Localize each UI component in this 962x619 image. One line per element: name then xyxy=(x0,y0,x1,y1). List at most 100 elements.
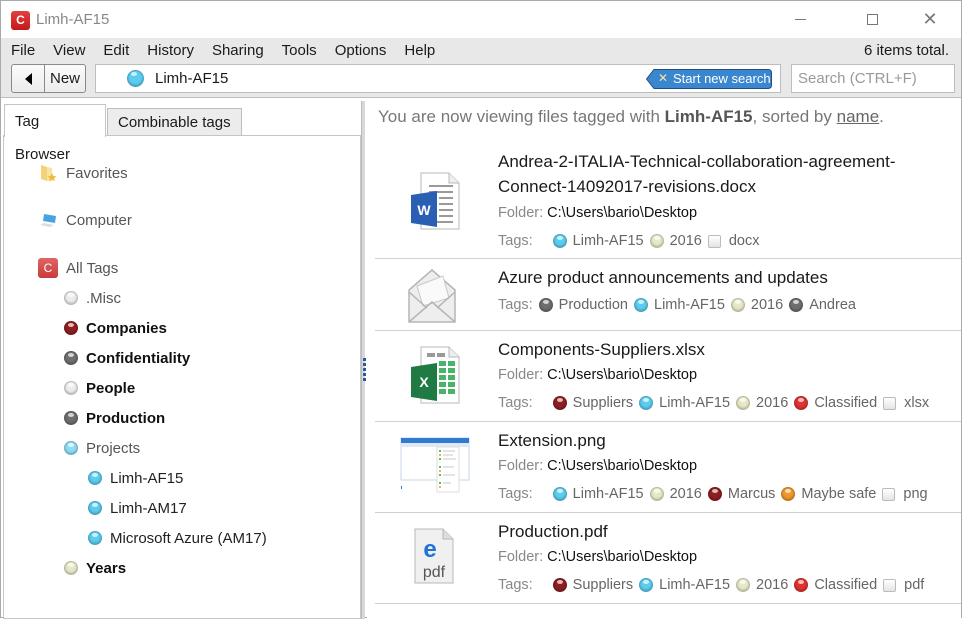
file-tag[interactable]: Limh-AF15 xyxy=(639,395,730,411)
tag-color-gray-icon xyxy=(538,298,553,312)
tree-tag-production[interactable]: Production xyxy=(64,407,165,429)
folder-path[interactable]: C:\Users\bario\Desktop xyxy=(547,205,697,221)
file-tag[interactable]: Suppliers xyxy=(552,395,633,411)
tag-color-dark-red-icon xyxy=(552,396,567,410)
file-name-line-2: Connect-14092017-revisions.docx xyxy=(498,177,756,196)
file-tag[interactable]: Marcus xyxy=(707,486,775,502)
file-row[interactable]: Azure product announcements and updates … xyxy=(375,259,961,331)
tab-tag-browser[interactable]: Tag Browser xyxy=(4,104,106,163)
tree-tag-people[interactable]: People xyxy=(64,377,135,399)
menu-sharing[interactable]: Sharing xyxy=(212,42,264,59)
file-tag[interactable]: xlsx xyxy=(883,395,929,411)
tag-color-year-icon xyxy=(649,487,664,501)
file-row[interactable]: e pdf Production.pdf Folder: C:\Users\ba… xyxy=(375,513,961,604)
file-tag[interactable]: pdf xyxy=(883,577,924,593)
file-tag[interactable]: Andrea xyxy=(789,297,856,313)
tag-tree: Favorites Computer C All Tags .Misc Comp… xyxy=(3,135,361,619)
tree-tag-label: Projects xyxy=(86,439,141,457)
tree-tag-confidentiality[interactable]: Confidentiality xyxy=(64,347,190,369)
file-tag[interactable]: Classified xyxy=(794,577,877,593)
tree-tag-misc[interactable]: .Misc xyxy=(64,287,121,309)
file-name[interactable]: Components-Suppliers.xlsx xyxy=(498,337,948,362)
file-tag[interactable]: 2016 xyxy=(649,486,702,502)
tag-color-cyan-icon xyxy=(64,441,78,455)
file-row[interactable]: W Andrea-2-ITALIA-Technical-collaboratio… xyxy=(375,143,961,259)
tab-combinable-tags[interactable]: Combinable tags xyxy=(107,108,242,135)
file-tag[interactable]: Limh-AF15 xyxy=(634,297,725,313)
file-tag[interactable]: 2016 xyxy=(736,395,788,411)
tag-color-red-icon xyxy=(794,578,809,592)
file-tag[interactable]: Limh-AF15 xyxy=(552,233,644,249)
tree-tag-label: Limh-AF15 xyxy=(110,469,184,487)
back-button[interactable] xyxy=(12,65,45,92)
tree-tag-label: Microsoft Azure (AM17) xyxy=(110,529,267,547)
tags-line: Tags: Limh-AF15 2016 docx xyxy=(498,233,760,249)
viewing-prefix: You are now viewing files tagged with xyxy=(378,107,665,126)
new-button[interactable]: New xyxy=(45,65,85,92)
tag-square-icon xyxy=(882,487,896,501)
tree-item-all-tags[interactable]: C All Tags xyxy=(38,257,118,279)
tree-tag-companies[interactable]: Companies xyxy=(64,317,167,339)
minimize-button[interactable] xyxy=(777,1,823,38)
tag-square-icon xyxy=(707,234,721,248)
file-tag[interactable]: Maybe safe xyxy=(781,486,876,502)
app-window: C Limh-AF15 ✕ File View Edit History Sha… xyxy=(0,0,962,619)
left-panel: Tag Browser Combinable tags Favorites Co… xyxy=(3,101,362,619)
folder-path[interactable]: C:\Users\bario\Desktop xyxy=(547,367,697,383)
file-tag[interactable]: Suppliers xyxy=(552,577,633,593)
file-name[interactable]: Production.pdf xyxy=(498,519,948,544)
app-logo-icon: C xyxy=(11,11,30,30)
tree-tag-years[interactable]: Years xyxy=(64,557,126,579)
file-tag[interactable]: 2016 xyxy=(730,297,783,313)
close-icon: ✕ xyxy=(922,9,938,29)
menu-edit[interactable]: Edit xyxy=(103,42,129,59)
start-new-search-button[interactable]: ✕ Start new search xyxy=(646,69,772,89)
menu-options[interactable]: Options xyxy=(335,42,387,59)
file-tag[interactable]: Classified xyxy=(794,395,877,411)
folder-path[interactable]: C:\Users\bario\Desktop xyxy=(547,458,697,474)
file-tag[interactable]: Limh-AF15 xyxy=(639,577,730,593)
all-tags-icon: C xyxy=(38,258,58,278)
tag-color-cyan-icon xyxy=(552,487,567,501)
search-breadcrumb-bar[interactable]: Limh-AF15 ✕ Start new search xyxy=(95,64,781,93)
file-tag[interactable]: Limh-AF15 xyxy=(552,486,644,502)
menu-bar: File View Edit History Sharing Tools Opt… xyxy=(11,42,453,59)
search-input[interactable] xyxy=(791,64,955,93)
menu-file[interactable]: File xyxy=(11,42,35,59)
file-tag[interactable]: 2016 xyxy=(736,577,788,593)
tree-tag-projects[interactable]: Projects xyxy=(64,437,140,459)
file-tag[interactable]: docx xyxy=(707,233,760,249)
tag-color-light-icon xyxy=(64,381,78,395)
file-name[interactable]: Extension.png xyxy=(498,428,948,453)
menu-help[interactable]: Help xyxy=(404,42,435,59)
tree-tag-limh-af15[interactable]: Limh-AF15 xyxy=(88,467,183,489)
file-list-panel: You are now viewing files tagged with Li… xyxy=(367,99,961,619)
tag-color-gray-icon xyxy=(64,351,78,365)
file-name[interactable]: Andrea-2-ITALIA-Technical-collaboration-… xyxy=(498,149,948,199)
file-tag[interactable]: Production xyxy=(538,297,628,313)
tree-tag-limh-am17[interactable]: Limh-AM17 xyxy=(88,497,187,519)
tags-label: Tags: xyxy=(498,395,533,411)
file-name[interactable]: Azure product announcements and updates xyxy=(498,265,948,290)
menu-history[interactable]: History xyxy=(147,42,194,59)
breadcrumb-tag[interactable]: Limh-AF15 xyxy=(155,70,228,87)
tree-tag-microsoft-azure[interactable]: Microsoft Azure (AM17) xyxy=(88,527,267,549)
tree-item-computer[interactable]: Computer xyxy=(38,209,132,231)
sort-by-link[interactable]: name xyxy=(837,107,880,126)
maximize-button[interactable] xyxy=(849,1,895,38)
tags-line: Tags: Limh-AF15 2016 Marcus Maybe safe p… xyxy=(498,486,928,502)
file-row[interactable]: Extension.png Folder: C:\Users\bario\Des… xyxy=(375,422,961,513)
tags-label: Tags: xyxy=(498,297,533,313)
clear-x-icon: ✕ xyxy=(658,71,669,85)
file-name-line-1: Azure product announcements and updates xyxy=(498,268,828,287)
menu-view[interactable]: View xyxy=(53,42,85,59)
menu-tools[interactable]: Tools xyxy=(282,42,317,59)
tag-color-orange-icon xyxy=(781,487,796,501)
file-tag[interactable]: 2016 xyxy=(649,233,702,249)
file-row[interactable]: X Components-Suppliers.xlsx Folder: C:\U… xyxy=(375,331,961,422)
viewing-tag: Limh-AF15 xyxy=(664,107,753,126)
navigation-buttons: New xyxy=(11,64,86,93)
close-button[interactable]: ✕ xyxy=(907,1,953,38)
folder-path[interactable]: C:\Users\bario\Desktop xyxy=(547,549,697,565)
file-tag[interactable]: png xyxy=(882,486,928,502)
